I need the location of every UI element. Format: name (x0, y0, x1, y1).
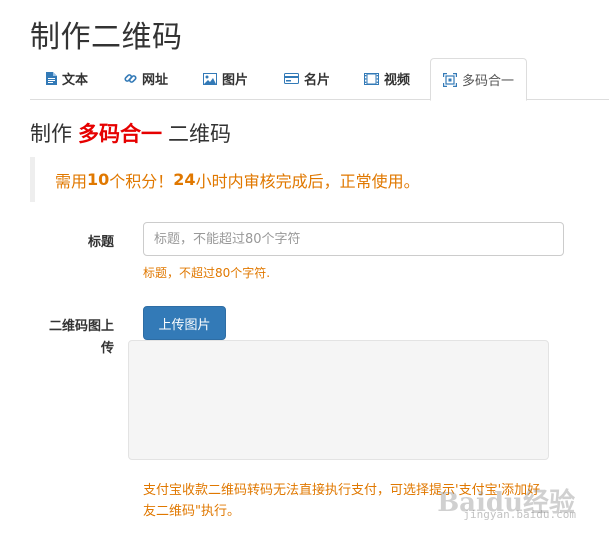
tab-url[interactable]: 网址 (112, 58, 180, 99)
watermark-url: jingyan.baidu.com (463, 508, 576, 521)
heading-highlight: 多码合一 (78, 122, 162, 146)
tab-video[interactable]: 视频 (352, 58, 422, 99)
tab-label: 图片 (222, 73, 249, 88)
tab-label: 视频 (384, 73, 411, 88)
tab-label: 网址 (142, 73, 169, 88)
tab-bar: 文本 网址 图片 名片 视频 多码合一 (30, 58, 609, 101)
image-preview-area[interactable] (128, 340, 549, 460)
title-help-text: 标题，不超过80个字符. (143, 266, 271, 280)
card-icon (284, 73, 299, 84)
tab-label: 文本 (62, 73, 89, 88)
upload-label: 二维码图上传 (48, 319, 114, 356)
title-label: 标题 (87, 235, 114, 250)
tab-multi-code[interactable]: 多码合一 (430, 58, 528, 101)
image-icon (203, 72, 217, 85)
notice-text: 需用 (55, 171, 88, 191)
tab-label: 名片 (304, 73, 331, 88)
qrcode-icon (443, 72, 457, 87)
heading-prefix: 制作 (30, 122, 72, 146)
film-icon (364, 72, 379, 85)
tab-label: 多码合一 (462, 74, 515, 89)
section-heading: 制作 多码合一 二维码 (30, 118, 231, 148)
page-title: 制作二维码 (30, 20, 183, 55)
heading-suffix: 二维码 (168, 122, 231, 146)
notice-text: 个积分！ (109, 171, 174, 191)
title-input[interactable] (143, 222, 564, 256)
tab-card[interactable]: 名片 (272, 58, 342, 99)
points-notice: 需用 10 个积分！ 24 小时内审核完成后，正常使用。 (30, 157, 609, 202)
upload-image-button[interactable]: 上传图片 (143, 306, 226, 340)
link-icon (124, 72, 137, 85)
file-text-icon (46, 72, 57, 85)
notice-text: 小时内审核完成后，正常使用。 (195, 171, 420, 191)
notice-points: 10 (87, 170, 110, 189)
tab-image[interactable]: 图片 (191, 58, 260, 99)
tab-text[interactable]: 文本 (34, 58, 100, 99)
notice-hours: 24 (173, 170, 196, 189)
